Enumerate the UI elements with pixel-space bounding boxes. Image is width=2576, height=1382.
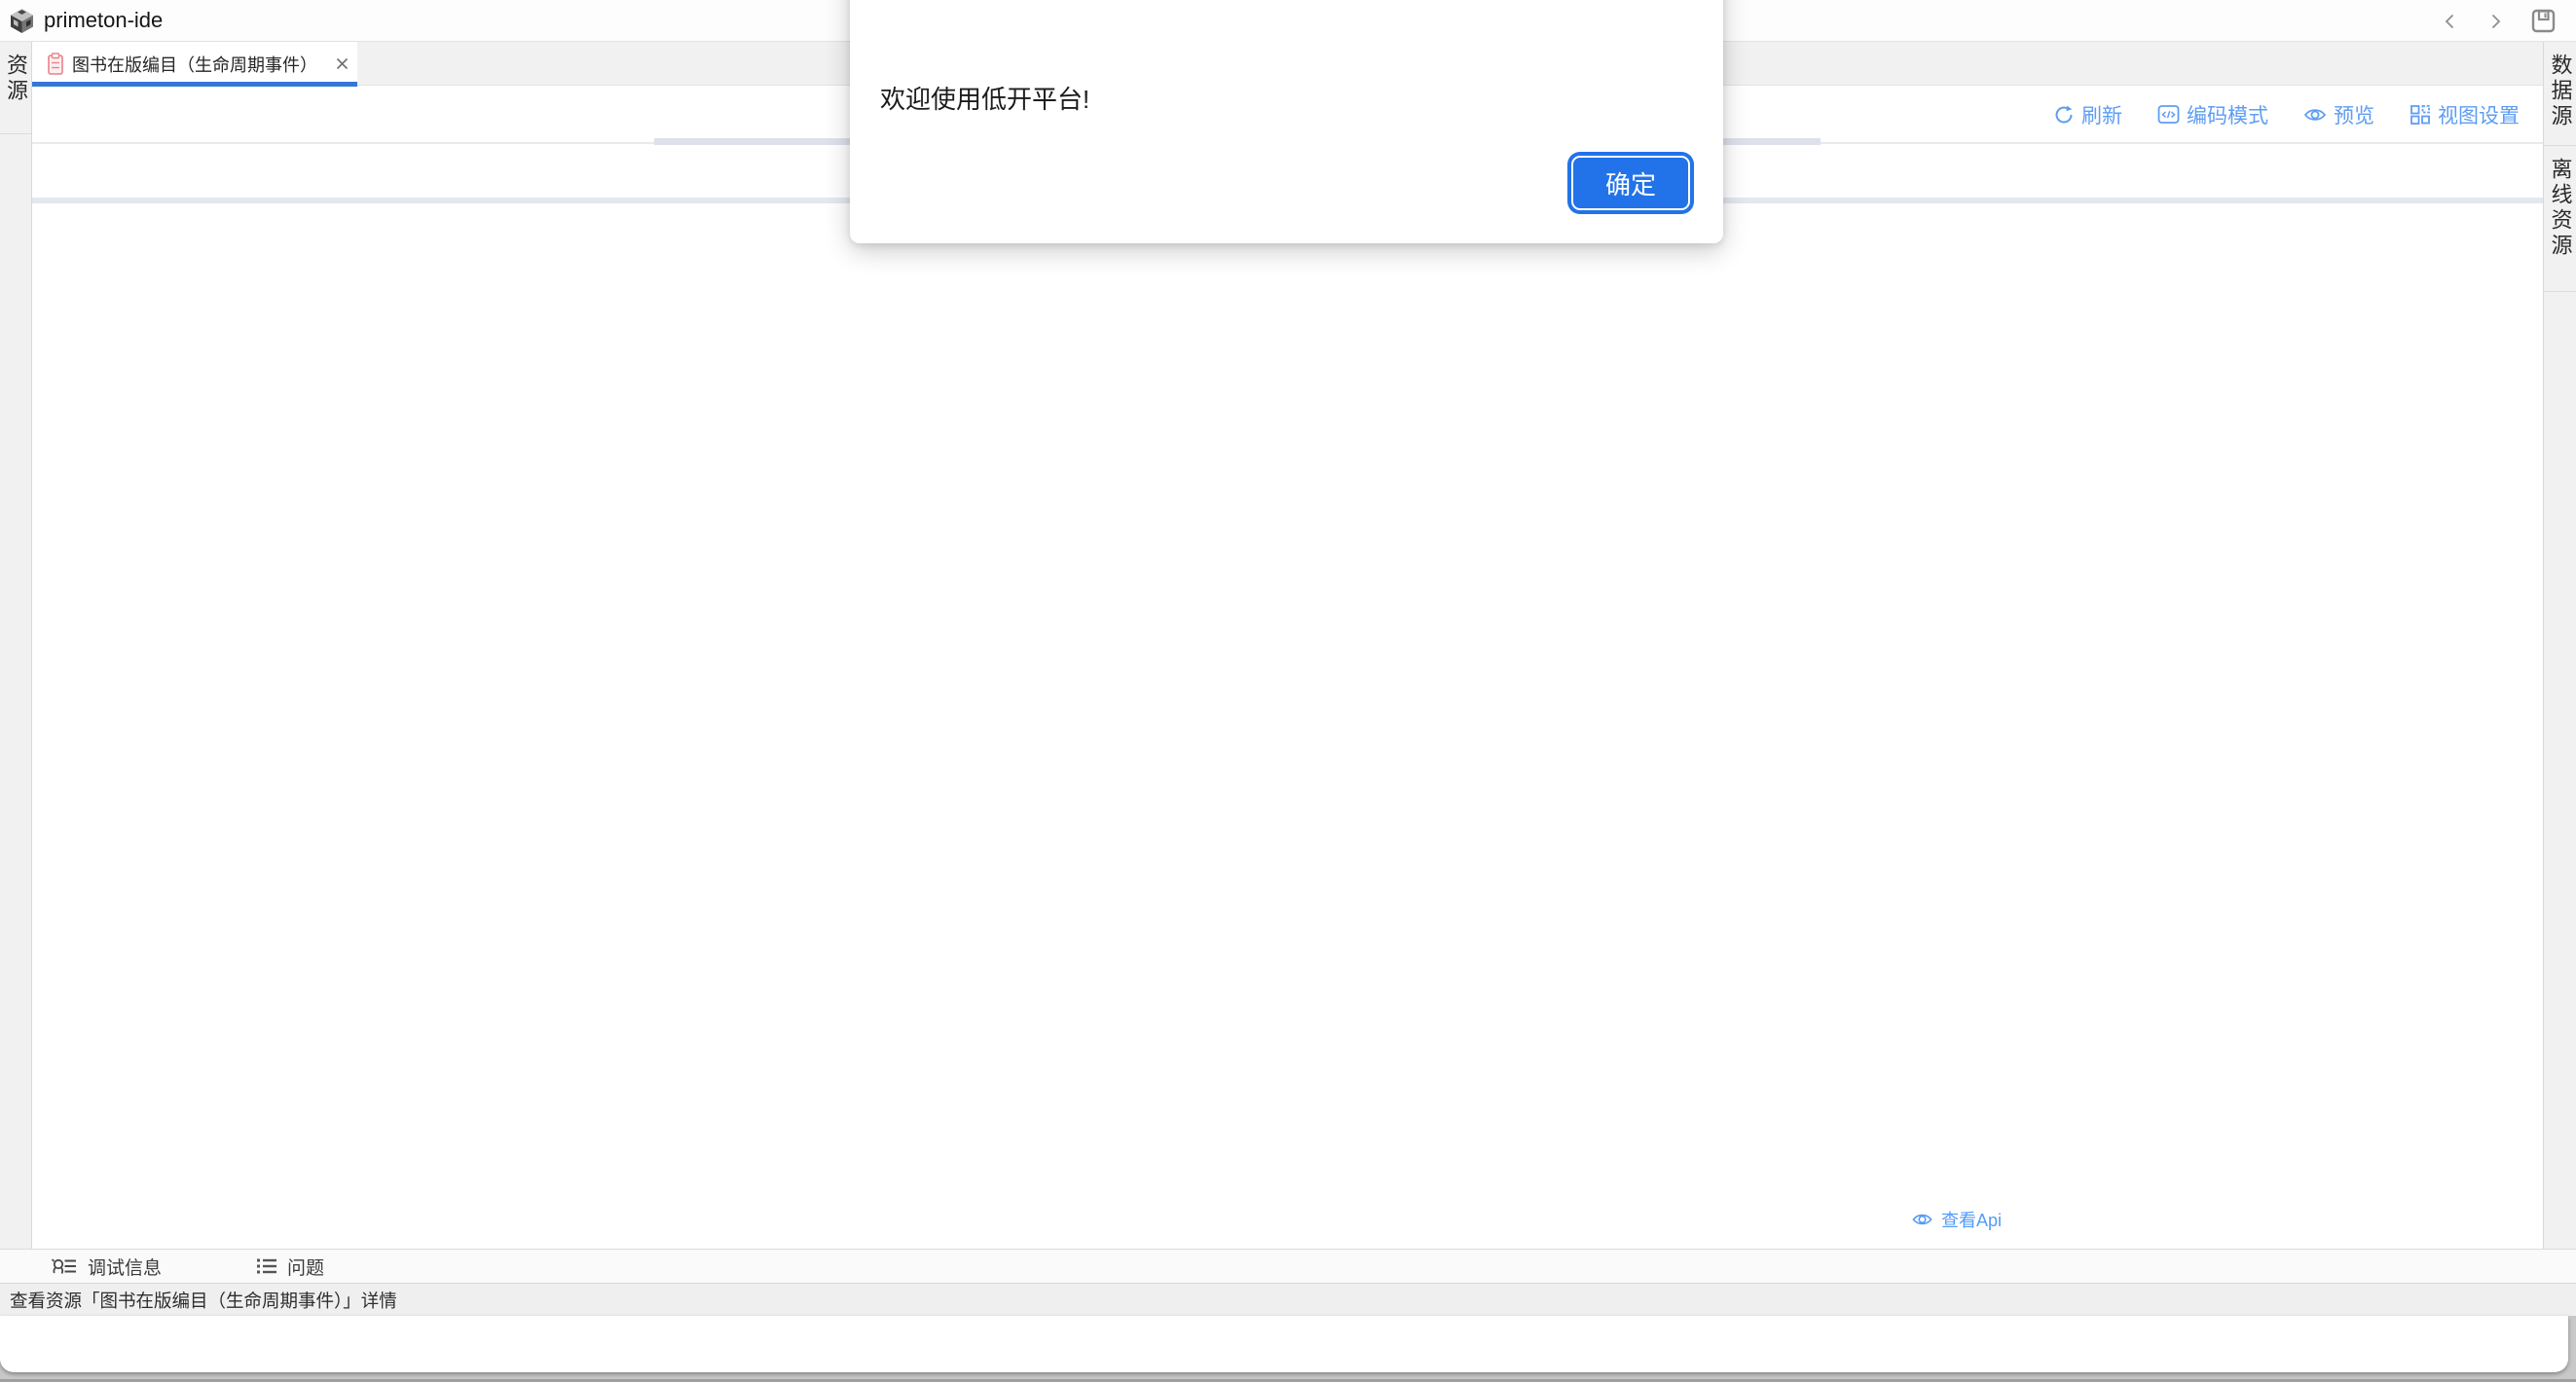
toolbar-label: 预览	[2334, 100, 2374, 129]
app-title: primeton-ide	[44, 8, 163, 33]
status-text: 查看资源「图书在版编目（生命周期事件）」详情	[10, 1288, 397, 1313]
code-mode-button[interactable]: 编码模式	[2157, 100, 2268, 129]
app-window: primeton-ide 资源 数据源	[0, 0, 2576, 1382]
problems-list-icon	[255, 1255, 278, 1277]
refresh-button[interactable]: 刷新	[2053, 100, 2122, 129]
sidebar-item-label: 资源	[0, 54, 31, 120]
document-red-icon	[48, 53, 63, 75]
toolbar-label: 刷新	[2081, 100, 2122, 129]
sidebar-item-resources[interactable]: 资源	[0, 42, 31, 134]
tab-problems[interactable]: 问题	[255, 1250, 324, 1283]
nav-forward-icon[interactable]	[2485, 12, 2505, 31]
save-icon[interactable]	[2530, 8, 2557, 34]
view-api-label: 查看Api	[1941, 1207, 2002, 1232]
left-sidebar: 资源	[0, 42, 32, 1249]
eye-icon	[1911, 1210, 1933, 1229]
sidebar-item-datasource[interactable]: 数据源	[2544, 42, 2576, 146]
bottom-zone	[0, 1316, 2576, 1382]
code-mode-icon	[2157, 103, 2180, 126]
sidebar-item-offline-resources[interactable]: 离线资源	[2544, 146, 2576, 292]
design-canvas[interactable]: 查看Api	[32, 203, 2543, 1249]
debug-icon	[51, 1255, 79, 1279]
tab-debug-info[interactable]: 调试信息	[51, 1250, 162, 1283]
toolbar-label: 视图设置	[2438, 100, 2520, 129]
preview-button[interactable]: 预览	[2303, 100, 2374, 129]
tab-close-icon[interactable]	[335, 56, 350, 71]
primeton-logo-icon	[9, 8, 35, 34]
view-api-link[interactable]: 查看Api	[1911, 1207, 2002, 1232]
ok-button[interactable]: 确定	[1571, 156, 1690, 210]
titlebar-controls	[2441, 0, 2557, 42]
bottom-dock-panel	[0, 1316, 2568, 1372]
nav-back-icon[interactable]	[2441, 12, 2460, 31]
welcome-dialog: 欢迎使用低开平台! 确定	[850, 0, 1723, 243]
tab-active[interactable]: 图书在版编目（生命周期事件）	[32, 42, 357, 86]
tab-label: 图书在版编目（生命周期事件）	[72, 52, 317, 77]
bottom-tab-label: 问题	[287, 1254, 324, 1280]
bottom-panel-tabbar: 调试信息 问题	[0, 1249, 2576, 1283]
status-bar: 查看资源「图书在版编目（生命周期事件）」详情	[0, 1283, 2576, 1316]
sidebar-item-label: 离线资源	[2545, 158, 2576, 277]
sidebar-item-label: 数据源	[2545, 54, 2576, 131]
view-settings-button[interactable]: 视图设置	[2410, 100, 2520, 129]
preview-eye-icon	[2303, 104, 2327, 126]
right-sidebar: 数据源 离线资源	[2543, 42, 2576, 1249]
dialog-message: 欢迎使用低开平台!	[880, 80, 1089, 116]
view-settings-icon	[2410, 104, 2431, 126]
bottom-tab-label: 调试信息	[88, 1254, 162, 1280]
refresh-icon	[2053, 104, 2075, 126]
toolbar-label: 编码模式	[2187, 100, 2268, 129]
